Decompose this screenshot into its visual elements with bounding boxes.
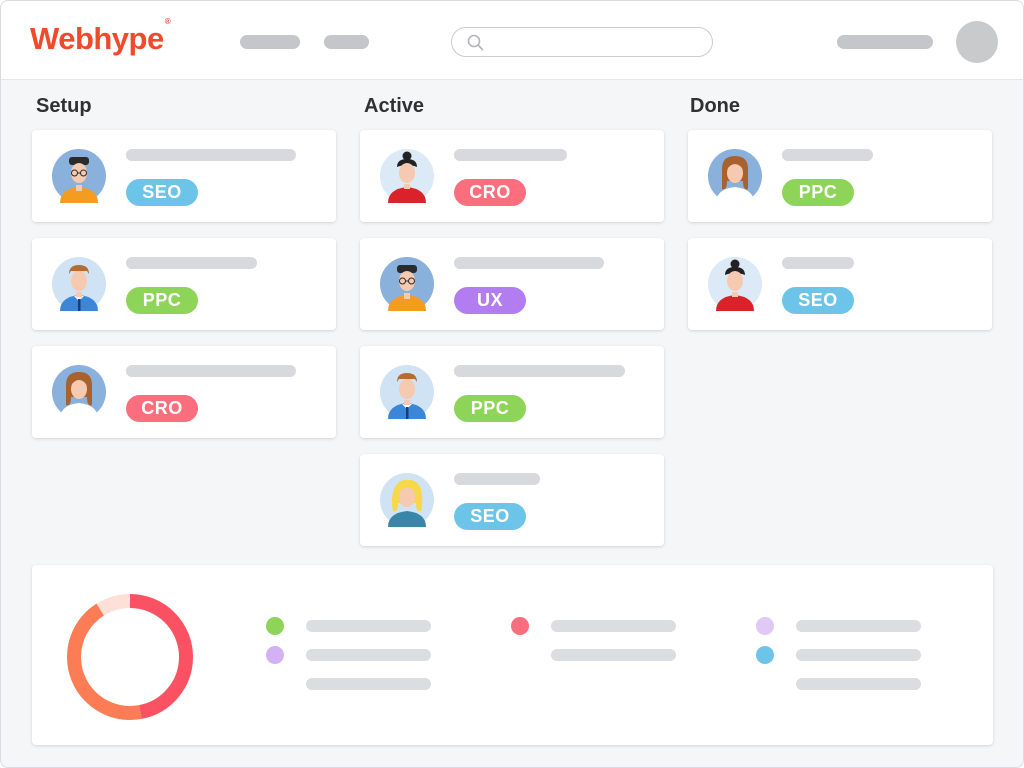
nav-link-2[interactable] [324, 35, 369, 49]
legend-label-placeholder [551, 649, 676, 661]
tag-badge-cro: CRO [126, 395, 198, 422]
legend-label-placeholder [796, 620, 921, 632]
task-card[interactable]: SEO [688, 238, 992, 330]
task-card[interactable]: PPC [360, 346, 664, 438]
card-title-placeholder [782, 257, 854, 269]
task-card[interactable]: PPC [32, 238, 336, 330]
task-card[interactable]: CRO [360, 130, 664, 222]
man-curly-glasses-avatar [380, 257, 434, 311]
card-title-placeholder [454, 149, 567, 161]
legend-label-placeholder [306, 620, 431, 632]
app-window: Webhype® Setup SEO PPC CRO Active CRO UX PPC SEO… [0, 0, 1024, 768]
man-tie-avatar [380, 365, 434, 419]
tag-badge-ppc: PPC [782, 179, 854, 206]
registered-mark: ® [164, 16, 171, 26]
card-title-placeholder [454, 257, 604, 269]
task-card[interactable]: UX [360, 238, 664, 330]
search-input[interactable] [451, 27, 713, 57]
task-card[interactable]: SEO [360, 454, 664, 546]
card-title-placeholder [126, 365, 296, 377]
legend-label-placeholder [796, 649, 921, 661]
task-card[interactable]: CRO [32, 346, 336, 438]
woman-long-hair-avatar [708, 149, 762, 203]
task-card[interactable]: PPC [688, 130, 992, 222]
card-title-placeholder [126, 149, 296, 161]
legend-dot [511, 617, 529, 635]
column-title-setup: Setup [36, 95, 92, 117]
legend-label-placeholder [306, 649, 431, 661]
summary-panel [32, 565, 993, 745]
user-name[interactable] [837, 35, 933, 49]
donut-chart [67, 594, 193, 720]
woman-blonde-avatar [380, 473, 434, 527]
tag-badge-seo: SEO [454, 503, 526, 530]
legend-dot [266, 617, 284, 635]
woman-long-hair-avatar [52, 365, 106, 419]
tag-badge-ppc: PPC [126, 287, 198, 314]
column-title-done: Done [690, 95, 740, 117]
tag-badge-seo: SEO [782, 287, 854, 314]
woman-bun-avatar [708, 257, 762, 311]
woman-bun-avatar [380, 149, 434, 203]
card-title-placeholder [126, 257, 257, 269]
task-card[interactable]: SEO [32, 130, 336, 222]
legend-label-placeholder [796, 678, 921, 690]
card-title-placeholder [454, 473, 540, 485]
tag-badge-seo: SEO [126, 179, 198, 206]
card-title-placeholder [782, 149, 873, 161]
column-title-active: Active [364, 95, 425, 117]
tag-badge-cro: CRO [454, 179, 526, 206]
legend-label-placeholder [306, 678, 431, 690]
tag-badge-ppc: PPC [454, 395, 526, 422]
legend-label-placeholder [551, 620, 676, 632]
search-icon [467, 34, 484, 51]
legend-dot [756, 646, 774, 664]
logo-text: Webhype [30, 21, 164, 56]
tag-badge-ux: UX [454, 287, 526, 314]
man-curly-glasses-avatar [52, 149, 106, 203]
legend-dot [266, 646, 284, 664]
man-tie-avatar [52, 257, 106, 311]
legend-dot [756, 617, 774, 635]
top-bar: Webhype® [1, 1, 1023, 80]
card-title-placeholder [454, 365, 625, 377]
user-avatar[interactable] [956, 21, 998, 63]
nav-link-1[interactable] [240, 35, 300, 49]
brand-logo[interactable]: Webhype® [30, 17, 171, 57]
